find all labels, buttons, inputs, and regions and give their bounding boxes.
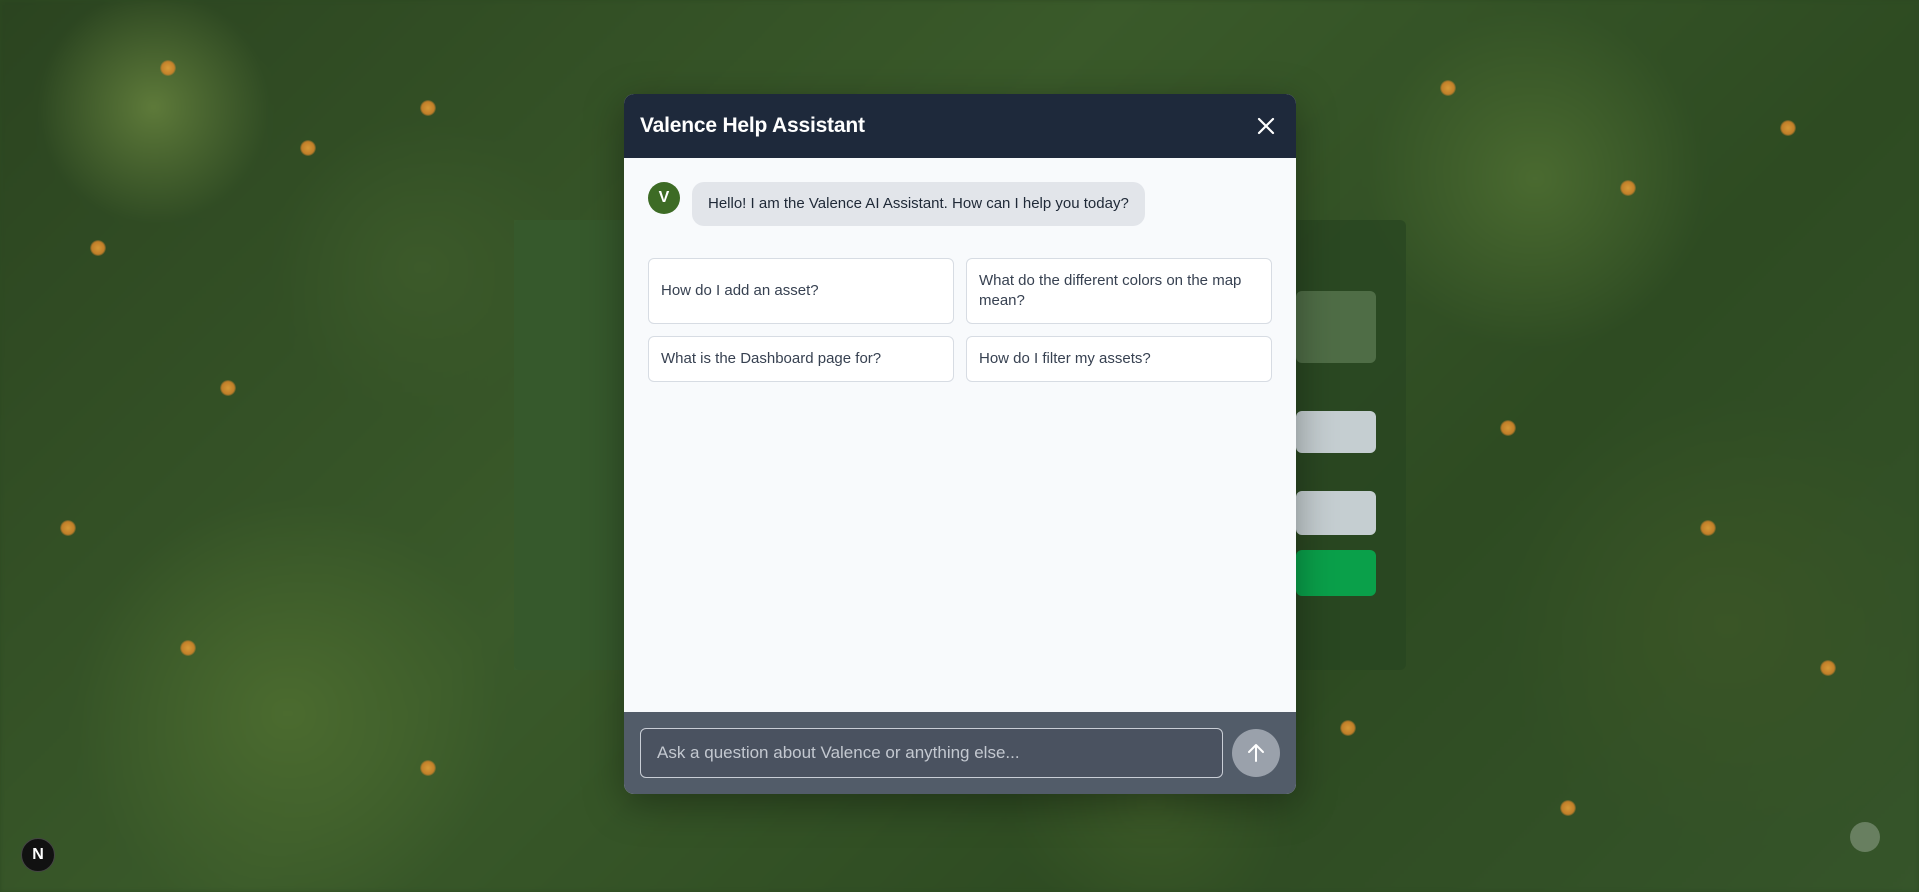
background-flower — [1700, 520, 1716, 536]
background-flower — [60, 520, 76, 536]
close-icon — [1257, 117, 1275, 135]
corner-chat-bubble[interactable] — [1850, 822, 1880, 852]
suggestion-map-colors[interactable]: What do the different colors on the map … — [966, 258, 1272, 324]
modal-title: Valence Help Assistant — [640, 114, 865, 137]
login-ghost-input — [1296, 411, 1376, 453]
chat-input-bar — [624, 712, 1296, 794]
modal-header: Valence Help Assistant — [624, 94, 1296, 158]
chat-input[interactable] — [640, 728, 1224, 778]
background-flower — [1440, 80, 1456, 96]
arrow-up-icon — [1248, 744, 1265, 762]
background-flower — [90, 240, 106, 256]
background-flower — [420, 100, 436, 116]
suggestion-dashboard[interactable]: What is the Dashboard page for? — [648, 336, 954, 382]
background-flower — [1620, 180, 1636, 196]
login-ghost-input — [1296, 491, 1376, 535]
login-card-side-panel — [514, 220, 629, 670]
background-flower — [220, 380, 236, 396]
login-ghost-submit — [1296, 550, 1376, 596]
background-flower — [160, 60, 176, 76]
background-flower — [1560, 800, 1576, 816]
chat-body: V Hello! I am the Valence AI Assistant. … — [624, 158, 1296, 712]
assistant-avatar: V — [648, 182, 680, 214]
close-button[interactable] — [1252, 112, 1280, 140]
background-flower — [1820, 660, 1836, 676]
suggestion-add-asset[interactable]: How do I add an asset? — [648, 258, 954, 324]
background-flower — [300, 140, 316, 156]
send-button[interactable] — [1232, 729, 1280, 777]
assistant-message: V Hello! I am the Valence AI Assistant. … — [648, 182, 1272, 226]
background-flower — [1780, 120, 1796, 136]
background-flower — [180, 640, 196, 656]
help-assistant-modal: Valence Help Assistant V Hello! I am the… — [624, 94, 1296, 794]
message-bubble: Hello! I am the Valence AI Assistant. Ho… — [692, 182, 1145, 226]
n-badge-button[interactable]: N — [21, 838, 55, 872]
background-flower — [1340, 720, 1356, 736]
background-flower — [1500, 420, 1516, 436]
suggestion-grid: How do I add an asset? What do the diffe… — [648, 258, 1272, 382]
login-ghost-button — [1296, 291, 1376, 363]
background-flower — [420, 760, 436, 776]
suggestion-filter-assets[interactable]: How do I filter my assets? — [966, 336, 1272, 382]
